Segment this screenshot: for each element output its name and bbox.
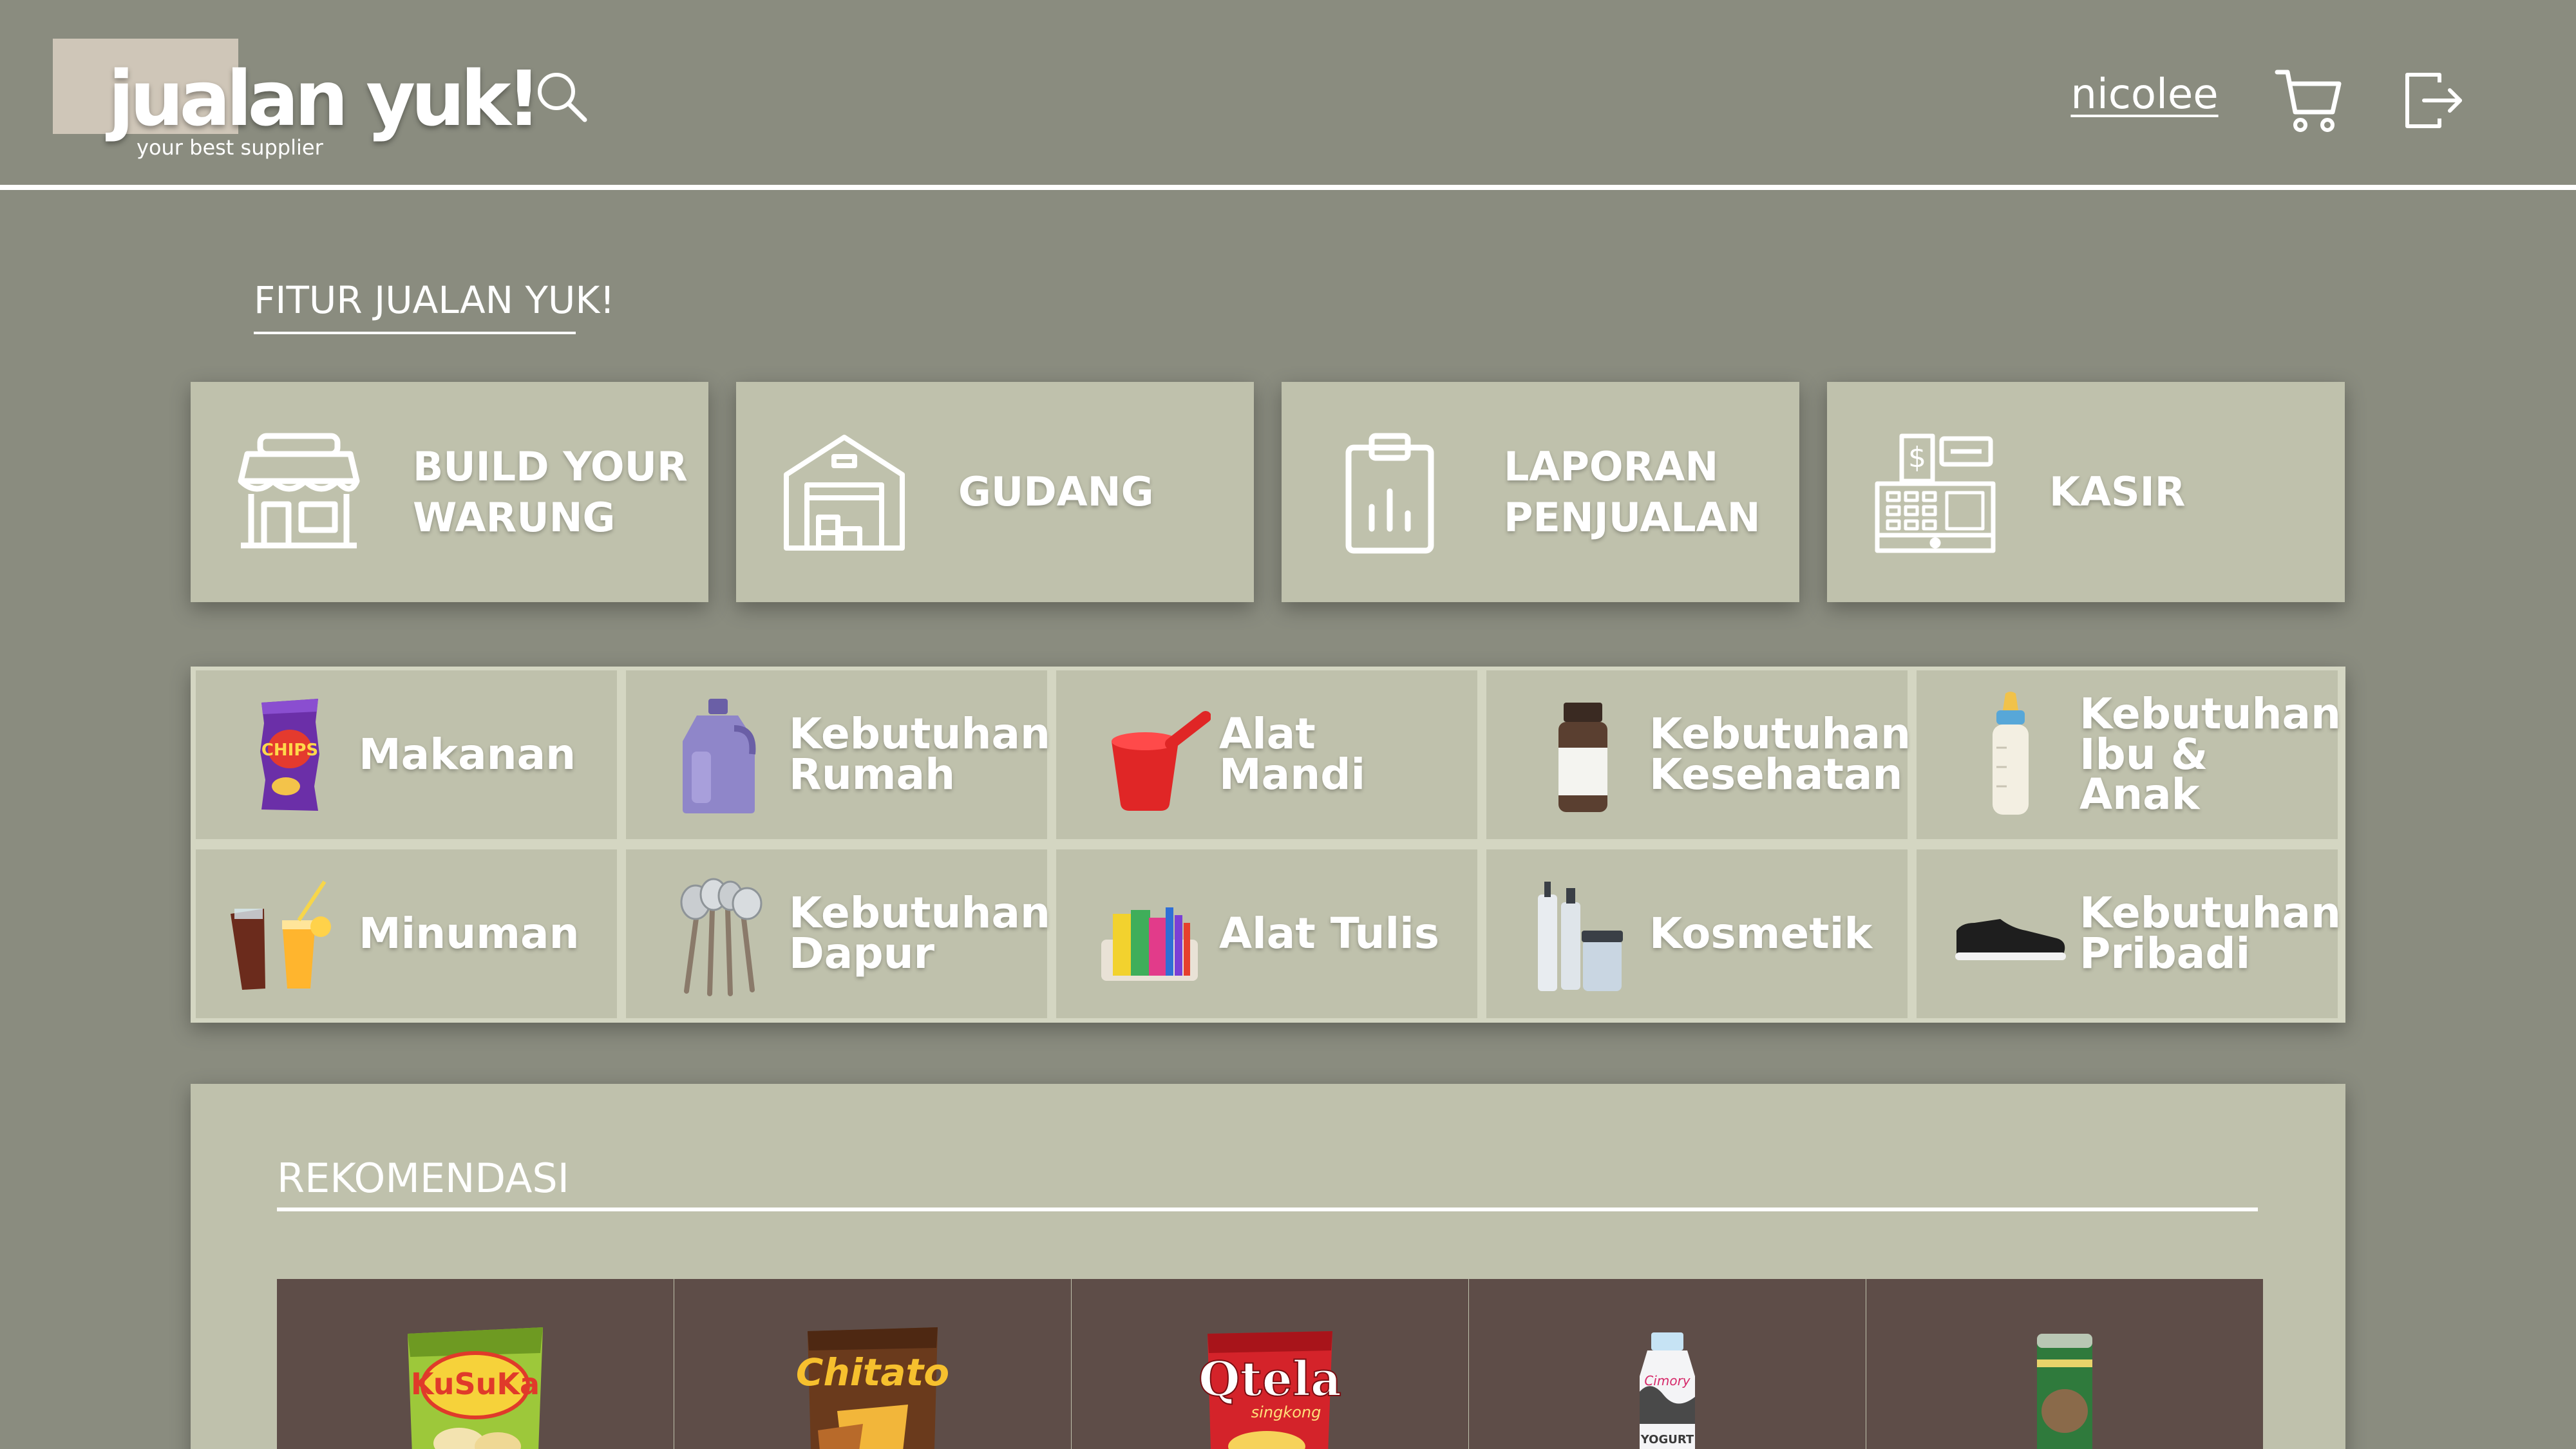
category-label: Kebutuhan Kesehatan [1649, 709, 1911, 799]
features-title-underline [254, 332, 576, 334]
cimory-yogurt-drink-image: YOGURT DRINK Cimory [1640, 1332, 1695, 1449]
product-card[interactable]: KuSuKa [277, 1279, 674, 1449]
tea-can-image [2037, 1334, 2092, 1449]
svg-text:YOGURT: YOGURT [1640, 1433, 1694, 1446]
detergent-bottle-icon [683, 699, 756, 813]
username-link[interactable]: nicolee [2048, 71, 2241, 118]
category-label: Kosmetik [1649, 908, 1873, 958]
category-grid: CHIPS Makanan Kebutuhan Rumah Alat Mandi [191, 667, 2345, 1023]
cart-icon[interactable] [2273, 64, 2344, 135]
baby-bottle-icon [1993, 692, 2029, 815]
chips-icon: CHIPS [260, 699, 319, 811]
svg-text:Chitato: Chitato [796, 1350, 949, 1394]
product-card[interactable]: Qtela singkong [1072, 1279, 1468, 1449]
kitchen-utensils-icon [680, 878, 762, 996]
recommendation-title-underline [277, 1208, 2258, 1211]
store-icon [238, 433, 360, 549]
svg-text:Qtela: Qtela [1198, 1352, 1341, 1407]
recommendation-panel: REKOMENDASI KuSuKa Chitato Qtela singkon… [191, 1084, 2345, 1449]
product-card[interactable]: YOGURT DRINK Cimory [1469, 1279, 1866, 1449]
top-navbar: jualan yuk! your best supplier nicolee [0, 0, 2576, 190]
svg-text:CHIPS: CHIPS [261, 741, 318, 760]
category-label: Alat Mandi [1219, 709, 1366, 799]
stationery-icon [1101, 907, 1198, 981]
medicine-bottle-icon [1558, 703, 1607, 812]
cash-register-icon: $ [1875, 433, 1996, 553]
product-card[interactable]: Chitato [674, 1279, 1071, 1449]
category-kebutuhan-ibu-anak[interactable]: Kebutuhan Ibu & Anak [1917, 670, 2342, 839]
drinks-icon [231, 880, 331, 990]
feature-card-gudang[interactable]: GUDANG [736, 382, 1254, 602]
page: jualan yuk! your best supplier nicolee F… [0, 0, 2576, 1449]
category-minuman[interactable]: Minuman [196, 849, 617, 1018]
feature-card-kasir[interactable]: $ KASIR [1827, 382, 2345, 602]
category-kebutuhan-dapur[interactable]: Kebutuhan Dapur [626, 849, 1051, 1018]
svg-text:KuSuKa: KuSuKa [411, 1367, 540, 1401]
shoe-icon [1955, 919, 2066, 960]
category-label: Minuman [359, 908, 580, 958]
logo-text: jualan yuk! [108, 54, 541, 143]
water-dipper-icon [1112, 711, 1211, 811]
category-kosmetik[interactable]: Kosmetik [1486, 849, 1908, 1018]
category-label: Kebutuhan Pribadi [2079, 888, 2342, 978]
chitato-chips-image: Chitato [796, 1327, 949, 1449]
category-alat-mandi[interactable]: Alat Mandi [1056, 670, 1477, 839]
feature-card-laporan-penjualan[interactable]: LAPORAN PENJUALAN [1282, 382, 1799, 602]
category-kebutuhan-pribadi[interactable]: Kebutuhan Pribadi [1917, 849, 2342, 1018]
category-kebutuhan-rumah[interactable]: Kebutuhan Rumah [626, 670, 1051, 839]
category-label: Kebutuhan Rumah [789, 709, 1051, 799]
category-makanan[interactable]: CHIPS Makanan [196, 670, 617, 839]
logo[interactable]: jualan yuk! your best supplier [53, 39, 541, 167]
logout-icon[interactable] [2402, 68, 2467, 133]
svg-text:singkong: singkong [1251, 1403, 1321, 1421]
category-label: Makanan [359, 729, 576, 779]
product-card[interactable] [1866, 1279, 2263, 1449]
recommendation-title: REKOMENDASI [277, 1155, 570, 1202]
feature-label: LAPORAN PENJUALAN [1504, 442, 1761, 541]
feature-label: BUILD YOUR WARUNG [413, 442, 688, 541]
search-icon[interactable] [535, 70, 589, 124]
svg-text:Cimory: Cimory [1644, 1373, 1690, 1388]
logo-tagline: your best supplier [137, 135, 323, 160]
svg-text:$: $ [1908, 441, 1926, 474]
feature-card-build-warung[interactable]: BUILD YOUR WARUNG [191, 382, 708, 602]
feature-label: KASIR [2049, 468, 2186, 516]
category-label: Kebutuhan Ibu & Anak [2079, 688, 2342, 820]
qtela-singkong-image: Qtela singkong [1198, 1331, 1342, 1449]
category-label: Alat Tulis [1219, 908, 1440, 958]
kusuka-chips-image: KuSuKa [408, 1327, 543, 1449]
feature-label: GUDANG [958, 468, 1154, 516]
features-section-title: FITUR JUALAN YUK! [254, 278, 615, 322]
report-icon [1345, 433, 1434, 554]
warehouse-icon [784, 435, 905, 551]
category-label: Kebutuhan Dapur [789, 888, 1051, 978]
cosmetics-icon [1538, 882, 1623, 991]
category-alat-tulis[interactable]: Alat Tulis [1056, 849, 1477, 1018]
category-kebutuhan-kesehatan[interactable]: Kebutuhan Kesehatan [1486, 670, 1911, 839]
